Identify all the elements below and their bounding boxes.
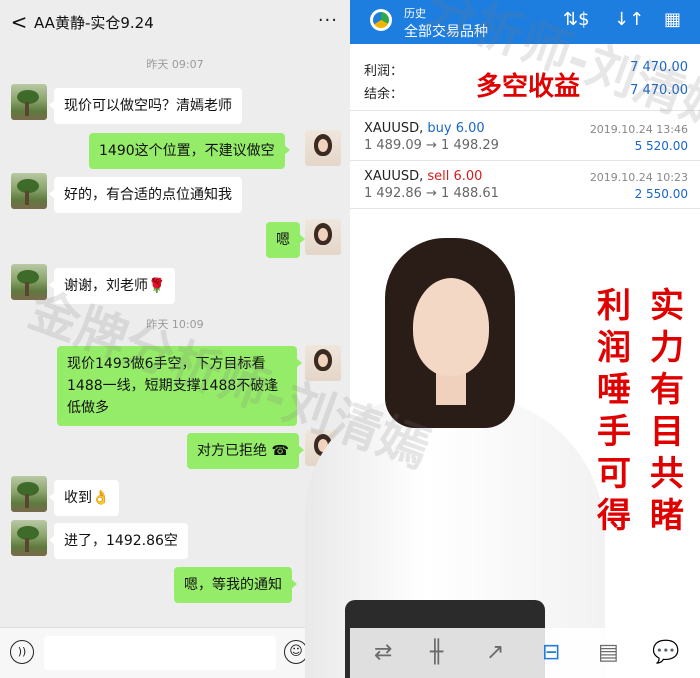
news-icon[interactable]: ▤: [598, 640, 619, 665]
avatar[interactable]: [11, 264, 47, 300]
chat-header: < AA黄静-实仓9.24 ···: [0, 0, 350, 44]
app-subtitle[interactable]: 全部交易品种: [404, 21, 488, 41]
symbol-text: XAUUSD,: [364, 169, 424, 184]
message-bubble[interactable]: 1490这个位置，不建议做空: [89, 133, 290, 169]
message-bubble[interactable]: 嗯: [266, 222, 305, 258]
trade-time: 2019.10.24 10:23: [589, 171, 688, 184]
avatar[interactable]: [11, 520, 47, 556]
app-header: 历史 全部交易品种 ⇅$ ↓↑ ▦: [350, 0, 700, 44]
avatar[interactable]: [305, 345, 341, 381]
message-bubble[interactable]: 现价可以做空吗？清嫣老师: [49, 88, 242, 124]
history-icon[interactable]: ⊟: [542, 640, 560, 665]
timestamp: 昨天 09:07: [146, 58, 204, 71]
message-bubble[interactable]: 谢谢，刘老师🌹: [48, 268, 176, 304]
avatar[interactable]: [305, 219, 341, 255]
back-icon[interactable]: <: [4, 10, 34, 34]
promo-figure-face: [413, 278, 489, 376]
divider: [350, 110, 700, 111]
app-title: 历史: [404, 7, 426, 20]
promo-headline: 多空收益: [476, 72, 581, 102]
balance-value: 7 470.00: [630, 83, 688, 98]
trade-prices: 1 492.86 → 1 488.61: [364, 186, 499, 201]
bottom-nav: ⇄ ╫ ↗ ⊟ ▤ 💬: [350, 628, 700, 678]
input-bar: )) ☺ +: [0, 627, 350, 678]
chart-icon[interactable]: ╫: [430, 640, 443, 665]
promo-text-col2: 利润唾手可得: [597, 286, 631, 536]
message-bubble[interactable]: 现价1493做6手空，下方目标看1488一线，短期支撑1488不破逢低做多: [57, 346, 302, 426]
message-bubble[interactable]: 对方已拒绝 ☎: [187, 433, 304, 469]
divider: [350, 160, 700, 161]
message-bubble[interactable]: 嗯，等我的通知: [174, 567, 297, 603]
trade-icon[interactable]: ⇄: [374, 640, 392, 665]
more-icon[interactable]: ···: [318, 10, 338, 31]
quotes-icon[interactable]: ↗: [486, 640, 504, 665]
avatar[interactable]: [11, 476, 47, 512]
message-bubble[interactable]: 收到👌: [48, 480, 120, 516]
sort-icon[interactable]: ↓↑: [614, 9, 644, 30]
timestamp: 昨天 10:09: [146, 318, 204, 331]
profit-value: 7 470.00: [630, 60, 688, 75]
chat-panel: < AA黄静-实仓9.24 ··· 昨天 09:07 现价可以做空吗？清嫣老师 …: [0, 0, 350, 678]
avatar[interactable]: [11, 84, 47, 120]
trade-profit: 5 520.00: [634, 139, 688, 153]
divider: [350, 208, 700, 209]
promo-text-col1: 实力有目共睹: [650, 286, 684, 536]
currency-icon[interactable]: ⇅$: [563, 9, 590, 30]
profit-label: 利润：: [364, 64, 404, 79]
calendar-icon[interactable]: ▦: [664, 9, 681, 30]
trade-profit: 2 550.00: [634, 187, 688, 201]
message-bubble[interactable]: 进了，1492.86空: [49, 523, 188, 559]
chat-icon[interactable]: 💬: [652, 640, 679, 665]
avatar[interactable]: [305, 130, 341, 166]
balance-label: 结余：: [364, 87, 404, 102]
message-input[interactable]: [44, 636, 276, 670]
trade-symbol: XAUUSD, buy 6.00: [364, 121, 485, 136]
voice-icon[interactable]: )): [10, 640, 34, 664]
trade-prices: 1 489.09 → 1 498.29: [364, 138, 499, 153]
trade-symbol: XAUUSD, sell 6.00: [364, 169, 482, 184]
avatar[interactable]: [11, 173, 47, 209]
app-logo-icon: [370, 9, 392, 31]
symbol-text: XAUUSD,: [364, 121, 424, 136]
trade-direction: buy 6.00: [427, 121, 485, 136]
trade-time: 2019.10.24 13:46: [589, 123, 688, 136]
message-bubble[interactable]: 好的，有合适的点位通知我: [49, 177, 242, 213]
trade-direction: sell 6.00: [427, 169, 483, 184]
chat-title: AA黄静-实仓9.24: [34, 13, 154, 32]
